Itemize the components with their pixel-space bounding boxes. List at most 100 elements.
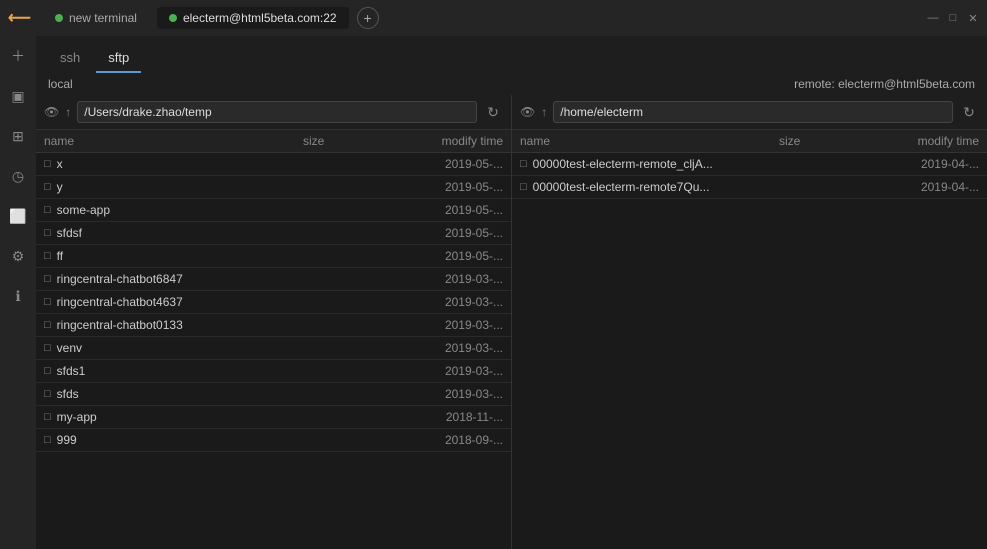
file-name: venv: [57, 341, 303, 355]
file-name: some-app: [57, 203, 303, 217]
tab-label: electerm@html5beta.com:22: [183, 11, 337, 25]
list-item[interactable]: □ sfds1 2019-03-...: [36, 360, 511, 383]
main-layout: ＋ ▣ ⊞ ◷ ⬜ ⚙ ℹ ssh sftp local remote: ele…: [0, 36, 987, 549]
file-name: sfdsf: [57, 226, 303, 240]
maximize-button[interactable]: □: [947, 12, 959, 24]
list-item[interactable]: □ 999 2018-09-...: [36, 429, 511, 452]
file-name: ff: [57, 249, 303, 263]
list-item[interactable]: □ sfdsf 2019-05-...: [36, 222, 511, 245]
local-pane: 👁 ↑ ↻ name size modify time □ x 2019-05-…: [36, 95, 512, 549]
folder-icon: □: [44, 319, 51, 331]
list-item[interactable]: □ 00000test-electerm-remote7Qu... 2019-0…: [512, 176, 987, 199]
close-button[interactable]: ✕: [967, 12, 979, 24]
remote-col-mtime: modify time: [859, 134, 979, 148]
folder-icon: □: [44, 365, 51, 377]
remote-pane: 👁 ↑ ↻ name size modify time □ 00000test-…: [512, 95, 987, 549]
sidebar-history-icon[interactable]: ◷: [6, 164, 30, 188]
sidebar-terminal-icon[interactable]: ▣: [6, 84, 30, 108]
file-mtime: 2019-05-...: [383, 157, 503, 171]
remote-eye-icon[interactable]: 👁: [520, 105, 535, 119]
tab-sftp[interactable]: sftp: [96, 44, 141, 73]
folder-icon: □: [44, 181, 51, 193]
folder-icon: □: [44, 227, 51, 239]
file-browser: 👁 ↑ ↻ name size modify time □ x 2019-05-…: [36, 95, 987, 549]
list-item[interactable]: □ ringcentral-chatbot0133 2019-03-...: [36, 314, 511, 337]
local-col-header: name size modify time: [36, 130, 511, 153]
file-mtime: 2019-03-...: [383, 295, 503, 309]
minimize-button[interactable]: —: [927, 12, 939, 24]
file-mtime: 2019-03-...: [383, 318, 503, 332]
remote-col-size: size: [779, 134, 859, 148]
add-tab-button[interactable]: +: [357, 7, 379, 29]
protocol-tabs: ssh sftp: [36, 36, 987, 73]
list-item[interactable]: □ some-app 2019-05-...: [36, 199, 511, 222]
file-name: my-app: [57, 410, 303, 424]
file-mtime: 2019-03-...: [383, 341, 503, 355]
list-item[interactable]: □ y 2019-05-...: [36, 176, 511, 199]
tab-label: new terminal: [69, 11, 137, 25]
local-path-input[interactable]: [77, 101, 477, 123]
local-refresh-button[interactable]: ↻: [483, 102, 503, 122]
add-tab-icon: +: [363, 10, 371, 26]
window-controls: — □ ✕: [927, 12, 979, 24]
file-mtime: 2019-05-...: [383, 203, 503, 217]
file-name: 999: [57, 433, 303, 447]
remote-label: remote: electerm@html5beta.com: [512, 77, 976, 91]
list-item[interactable]: □ 00000test-electerm-remote_cljA... 2019…: [512, 153, 987, 176]
sidebar-settings-icon[interactable]: ⚙: [6, 244, 30, 268]
titlebar: ⟵ new terminal electerm@html5beta.com:22…: [0, 0, 987, 36]
folder-icon: □: [44, 273, 51, 285]
list-item[interactable]: □ ff 2019-05-...: [36, 245, 511, 268]
list-item[interactable]: □ x 2019-05-...: [36, 153, 511, 176]
folder-icon: □: [44, 342, 51, 354]
local-path-bar: 👁 ↑ ↻: [36, 95, 511, 130]
list-item[interactable]: □ sfds 2019-03-...: [36, 383, 511, 406]
file-mtime: 2019-03-...: [383, 364, 503, 378]
local-file-list: □ x 2019-05-... □ y 2019-05-... □ some-a…: [36, 153, 511, 549]
sidebar-files-icon[interactable]: ⊞: [6, 124, 30, 148]
sidebar-info-icon[interactable]: ℹ: [6, 284, 30, 308]
tab-new-terminal[interactable]: new terminal: [43, 7, 149, 29]
sidebar-add-icon[interactable]: ＋: [6, 44, 30, 68]
folder-icon: □: [44, 250, 51, 262]
tab-electerm[interactable]: electerm@html5beta.com:22: [157, 7, 349, 29]
folder-icon: □: [520, 181, 527, 193]
sidebar-image-icon[interactable]: ⬜: [6, 204, 30, 228]
local-col-mtime: modify time: [383, 134, 503, 148]
file-name: 00000test-electerm-remote7Qu...: [533, 180, 779, 194]
list-item[interactable]: □ ringcentral-chatbot4637 2019-03-...: [36, 291, 511, 314]
folder-icon: □: [44, 411, 51, 423]
tab-dot: [55, 14, 63, 22]
remote-path-input[interactable]: [553, 101, 953, 123]
file-mtime: 2019-05-...: [383, 226, 503, 240]
pane-labels: local remote: electerm@html5beta.com: [36, 73, 987, 95]
folder-icon: □: [44, 158, 51, 170]
local-up-icon[interactable]: ↑: [65, 105, 71, 119]
remote-file-list: □ 00000test-electerm-remote_cljA... 2019…: [512, 153, 987, 549]
file-mtime: 2019-05-...: [383, 180, 503, 194]
remote-col-header: name size modify time: [512, 130, 987, 153]
list-item[interactable]: □ venv 2019-03-...: [36, 337, 511, 360]
local-label: local: [48, 77, 512, 91]
file-mtime: 2018-09-...: [383, 433, 503, 447]
folder-icon: □: [44, 434, 51, 446]
local-eye-icon[interactable]: 👁: [44, 105, 59, 119]
tab-dot: [169, 14, 177, 22]
remote-col-name: name: [520, 134, 779, 148]
file-name: ringcentral-chatbot6847: [57, 272, 303, 286]
tab-ssh[interactable]: ssh: [48, 44, 92, 73]
remote-path-bar: 👁 ↑ ↻: [512, 95, 987, 130]
list-item[interactable]: □ ringcentral-chatbot6847 2019-03-...: [36, 268, 511, 291]
file-mtime: 2019-03-...: [383, 387, 503, 401]
folder-icon: □: [520, 158, 527, 170]
folder-icon: □: [44, 296, 51, 308]
folder-icon: □: [44, 388, 51, 400]
local-col-size: size: [303, 134, 383, 148]
remote-up-icon[interactable]: ↑: [541, 105, 547, 119]
remote-refresh-button[interactable]: ↻: [959, 102, 979, 122]
file-name: ringcentral-chatbot4637: [57, 295, 303, 309]
file-mtime: 2018-11-...: [383, 410, 503, 424]
file-name: sfds: [57, 387, 303, 401]
main-content: ssh sftp local remote: electerm@html5bet…: [36, 36, 987, 549]
list-item[interactable]: □ my-app 2018-11-...: [36, 406, 511, 429]
